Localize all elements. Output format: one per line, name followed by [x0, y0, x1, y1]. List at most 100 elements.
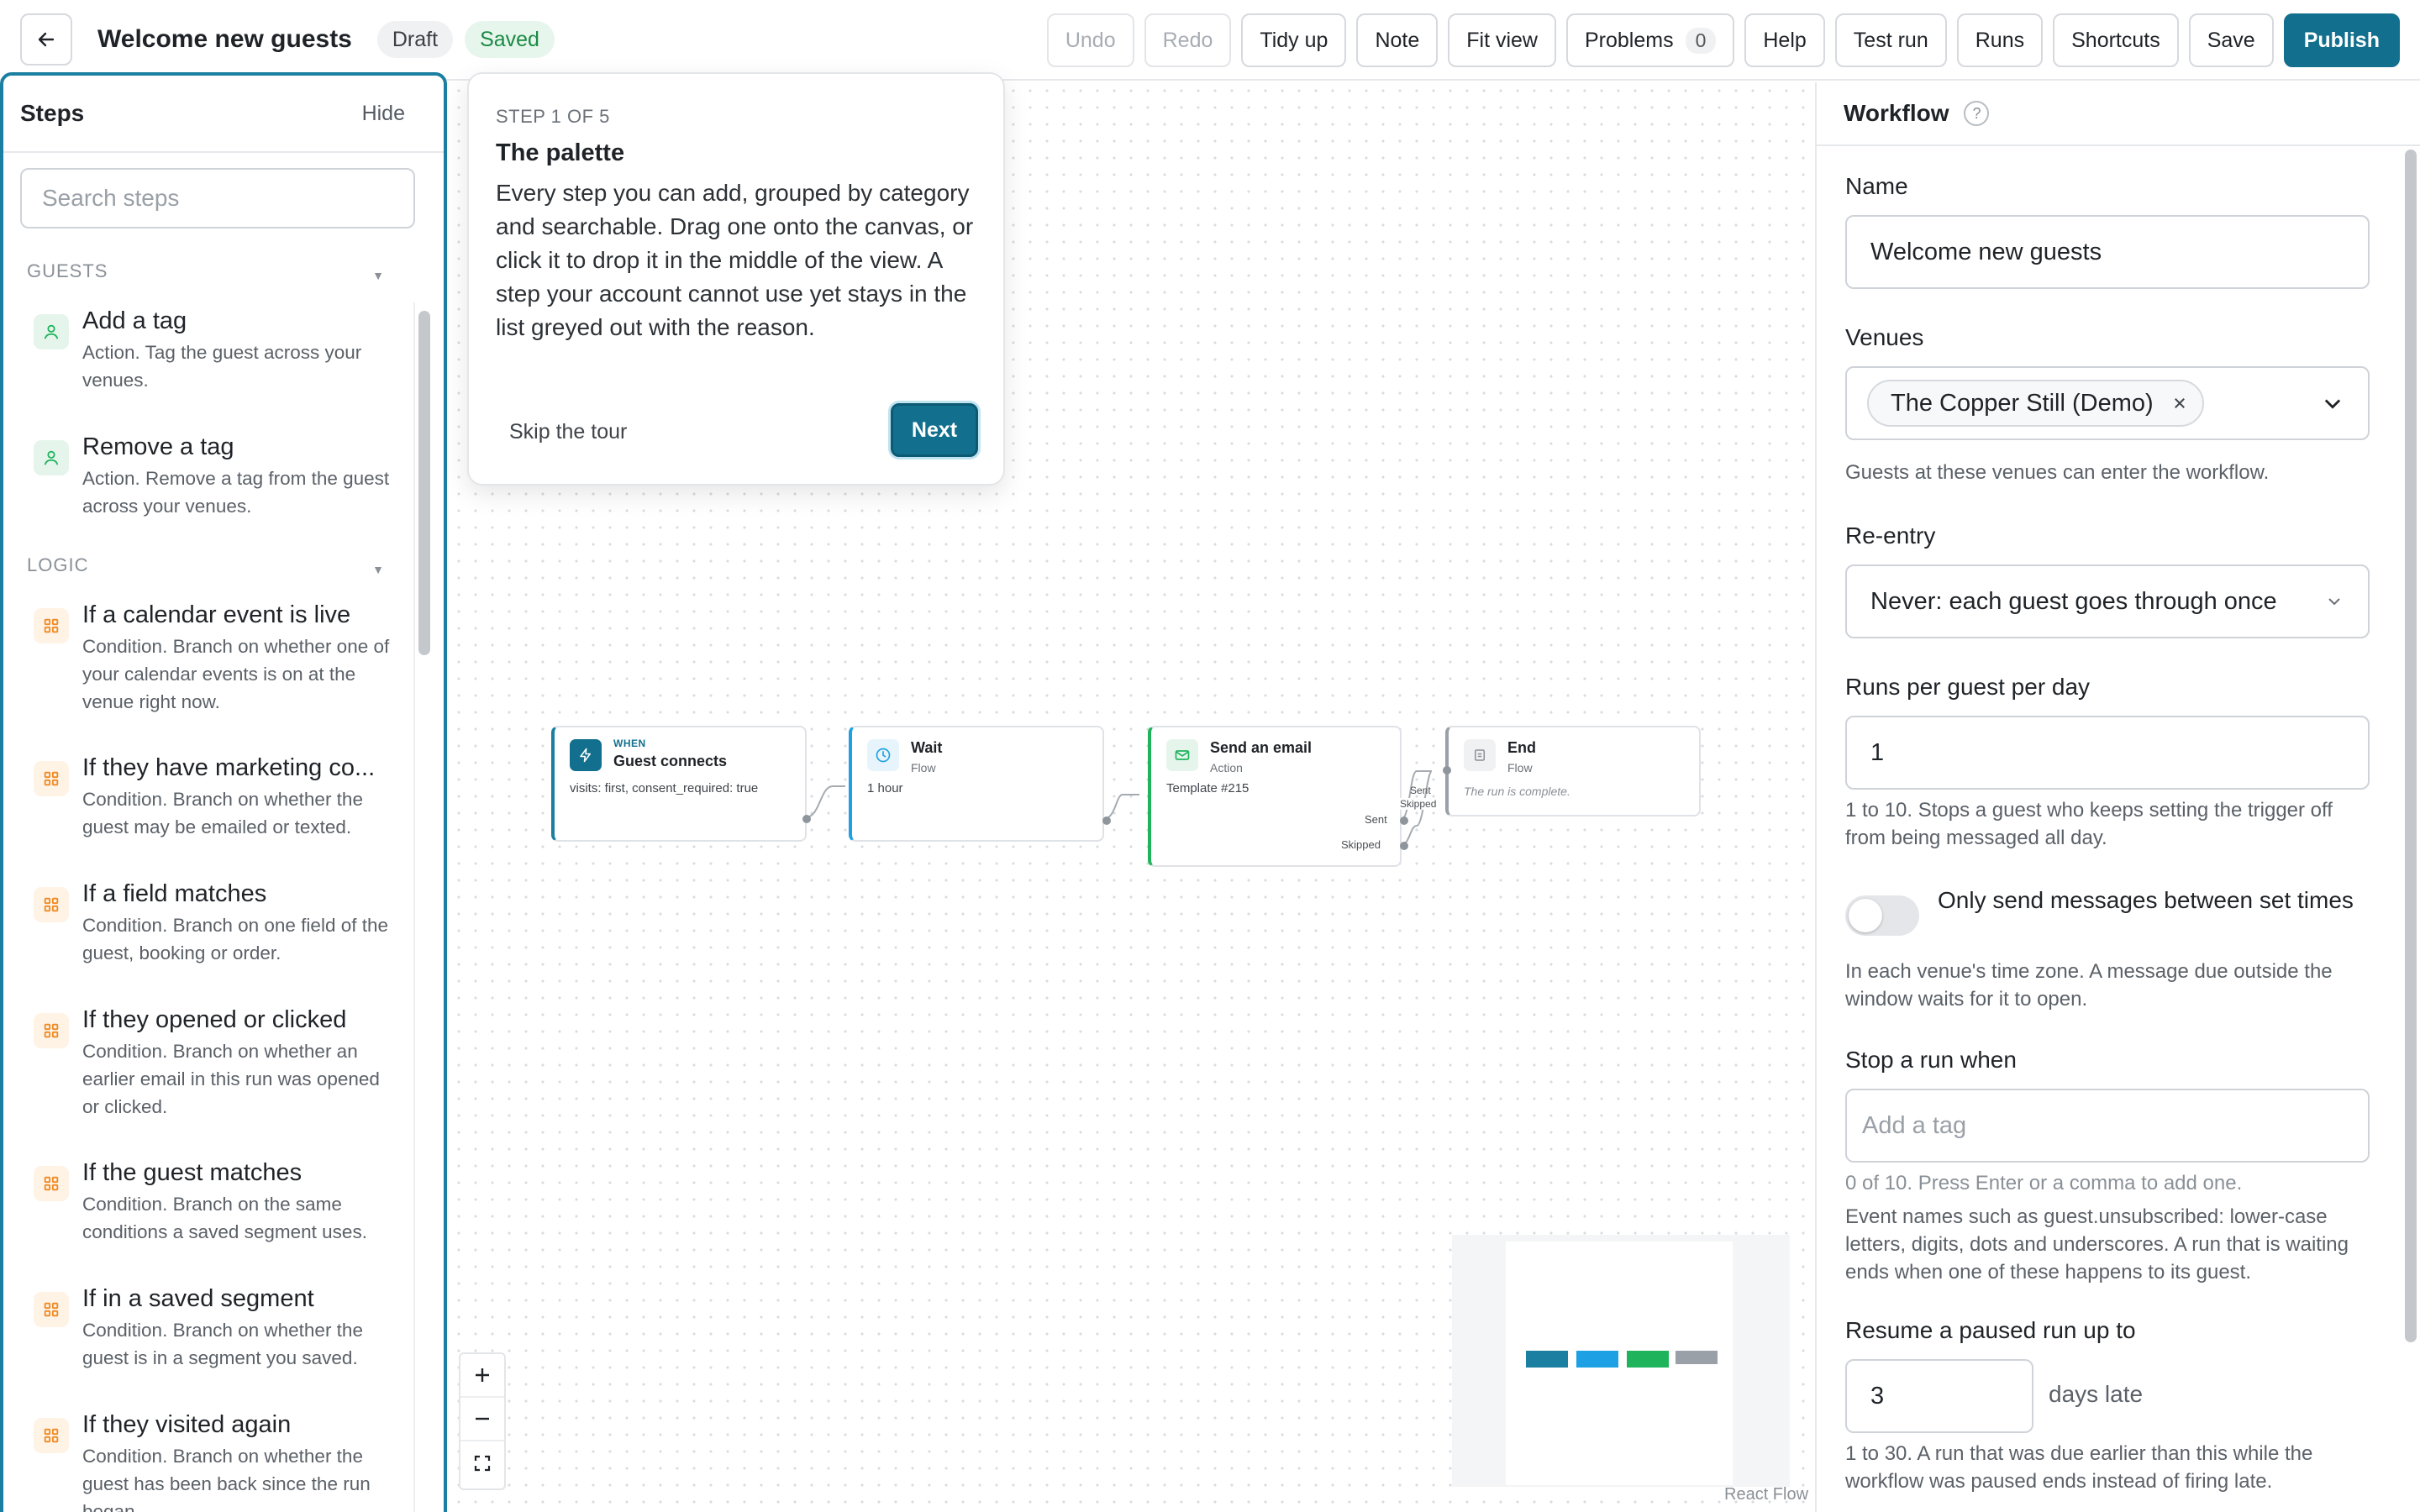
runs-label: Runs per guest per day — [1845, 674, 2091, 700]
name-input[interactable]: Welcome new guests — [1845, 215, 2370, 289]
wait-output-port[interactable] — [1102, 816, 1111, 825]
step-name: If in a saved segment — [82, 1285, 314, 1312]
grid-icon — [34, 761, 69, 796]
steps-panel-header: Steps Hide — [3, 76, 444, 153]
step-desc: Condition. Branch on whether an earlier … — [82, 1041, 380, 1117]
trigger-output-port[interactable] — [802, 815, 811, 823]
wait-node[interactable]: Wait Flow 1 hour — [849, 726, 1111, 842]
steps-scrollbar[interactable] — [418, 311, 430, 655]
edge-trigger-wait — [805, 785, 845, 818]
tour-popover: STEP 1 OF 5 The palette Every step you c… — [467, 72, 1005, 486]
category-logic[interactable]: LOGIC ▼ — [3, 538, 415, 586]
email-skipped-port[interactable] — [1400, 842, 1408, 850]
clock-icon — [867, 739, 899, 771]
end-sub: Flow — [1507, 761, 1533, 774]
step-guest-matches[interactable]: If the guest matches Condition. Branch o… — [3, 1144, 415, 1270]
react-flow-attribution[interactable]: React Flow — [1724, 1485, 1808, 1504]
resume-hint: 1 to 30. A run that was due earlier than… — [1845, 1442, 2313, 1493]
caret-down-icon: ▼ — [372, 269, 385, 282]
shortcuts-button[interactable]: Shortcuts — [2053, 13, 2179, 67]
trigger-node[interactable]: WHEN Guest connects visits: first, conse… — [551, 726, 811, 842]
close-icon[interactable] — [2172, 396, 2187, 411]
step-visited-again[interactable]: If they visited again Condition. Branch … — [3, 1396, 415, 1512]
stop-run-tag-input[interactable]: Add a tag — [1845, 1089, 2370, 1163]
tour-body: Every step you can add, grouped by categ… — [496, 180, 974, 340]
step-name: If they visited again — [82, 1411, 292, 1438]
email-node[interactable]: Send an email Action Template #215 Sent … — [1148, 726, 1408, 867]
step-saved-segment[interactable]: If in a saved segment Condition. Branch … — [3, 1270, 415, 1396]
zoom-in-button[interactable] — [460, 1354, 504, 1398]
step-name: If the guest matches — [82, 1159, 302, 1186]
publish-button[interactable]: Publish — [2283, 13, 2400, 67]
fit-view-button[interactable]: Fit view — [1448, 13, 1556, 67]
edge-wait-email — [1102, 794, 1139, 820]
venues-hint: Guests at these venues can enter the wor… — [1845, 461, 2270, 484]
back-button[interactable] — [20, 13, 72, 66]
fit-view-control[interactable] — [460, 1441, 504, 1485]
stop-run-count: 0 of 10. Press Enter or a comma to add o… — [1845, 1172, 2243, 1194]
caret-down-icon: ▼ — [372, 563, 385, 576]
resume-days-input[interactable]: 3 — [1845, 1359, 2033, 1433]
mail-icon — [1166, 739, 1198, 771]
help-button[interactable]: Help — [1744, 13, 1825, 67]
toolbar: Undo Redo Tidy up Note Fit view Problems… — [1046, 13, 2400, 67]
minus-icon — [476, 1417, 489, 1420]
step-desc: Condition. Branch on whether the guest i… — [82, 1320, 363, 1368]
trigger-detail: visits: first, consent_required: true — [570, 781, 759, 795]
step-remove-tag[interactable]: Remove a tag Action. Remove a tag from t… — [3, 418, 415, 538]
venue-chip-label: The Copper Still (Demo) — [1891, 389, 2154, 417]
resume-label: Resume a paused run up to — [1845, 1317, 2136, 1343]
minimap[interactable] — [1452, 1235, 1790, 1487]
category-guests[interactable]: GUESTS ▼ — [3, 244, 415, 292]
search-steps-input[interactable]: Search steps — [20, 168, 415, 228]
step-desc: Condition. Branch on whether one of your… — [82, 636, 390, 712]
end-input-port[interactable] — [1443, 766, 1451, 774]
workflow-panel-title: Workflow — [1844, 100, 1949, 126]
step-desc: Condition. Branch on whether the guest h… — [82, 1446, 371, 1512]
hide-steps-button[interactable]: Hide — [362, 102, 405, 126]
name-label: Name — [1845, 173, 1908, 199]
step-desc: Condition. Branch on whether the guest m… — [82, 789, 363, 837]
end-icon — [1464, 739, 1496, 771]
save-button[interactable]: Save — [2188, 13, 2274, 67]
step-calendar-event[interactable]: If a calendar event is live Condition. B… — [3, 586, 415, 739]
question-icon[interactable]: ? — [1964, 101, 1990, 126]
step-desc: Action. Remove a tag from the guest acro… — [82, 468, 390, 517]
grid-icon — [34, 1418, 69, 1453]
step-field-matches[interactable]: If a field matches Condition. Branch on … — [3, 865, 415, 991]
step-opened-clicked[interactable]: If they opened or clicked Condition. Bra… — [3, 991, 415, 1144]
minimap-node-end — [1676, 1351, 1718, 1364]
send-window-toggle[interactable] — [1845, 895, 1919, 936]
problems-button[interactable]: Problems 0 — [1565, 13, 1735, 67]
toggle-knob — [1849, 899, 1882, 932]
end-node[interactable]: End Flow The run is complete. — [1443, 726, 1701, 816]
venues-select[interactable]: The Copper Still (Demo) — [1845, 366, 2370, 440]
step-marketing-consent[interactable]: If they have marketing co... Condition. … — [3, 739, 415, 865]
top-bar: Welcome new guests Draft Saved Undo Redo… — [0, 0, 2420, 81]
zoom-out-button[interactable] — [460, 1398, 504, 1441]
grid-icon — [34, 1166, 69, 1201]
tour-next-button[interactable]: Next — [891, 403, 978, 457]
redo-button[interactable]: Redo — [1144, 13, 1232, 67]
note-button[interactable]: Note — [1356, 13, 1439, 67]
runs-per-day-input[interactable]: 1 — [1845, 716, 2370, 790]
end-detail: The run is complete. — [1464, 785, 1570, 798]
arrow-left-icon — [38, 32, 55, 47]
minimap-node-email — [1627, 1351, 1669, 1368]
minimap-node-trigger — [1526, 1351, 1568, 1368]
problems-count: 0 — [1685, 27, 1717, 54]
test-run-button[interactable]: Test run — [1834, 13, 1947, 67]
runs-button[interactable]: Runs — [1956, 13, 2044, 67]
workflow-scrollbar[interactable] — [2405, 150, 2417, 1342]
email-sent-port[interactable] — [1400, 816, 1408, 825]
end-title: End — [1507, 739, 1536, 756]
step-add-tag[interactable]: Add a tag Action. Tag the guest across y… — [3, 292, 415, 418]
skip-tour-button[interactable]: Skip the tour — [509, 420, 627, 444]
problems-label: Problems — [1584, 28, 1674, 52]
reentry-select[interactable]: Never: each guest goes through once — [1845, 564, 2370, 638]
wait-sub: Flow — [911, 761, 936, 774]
trigger-when-label: WHEN — [613, 738, 646, 749]
tidy-up-button[interactable]: Tidy up — [1241, 13, 1347, 67]
step-desc: Action. Tag the guest across your venues… — [82, 342, 362, 391]
undo-button[interactable]: Undo — [1046, 13, 1134, 67]
